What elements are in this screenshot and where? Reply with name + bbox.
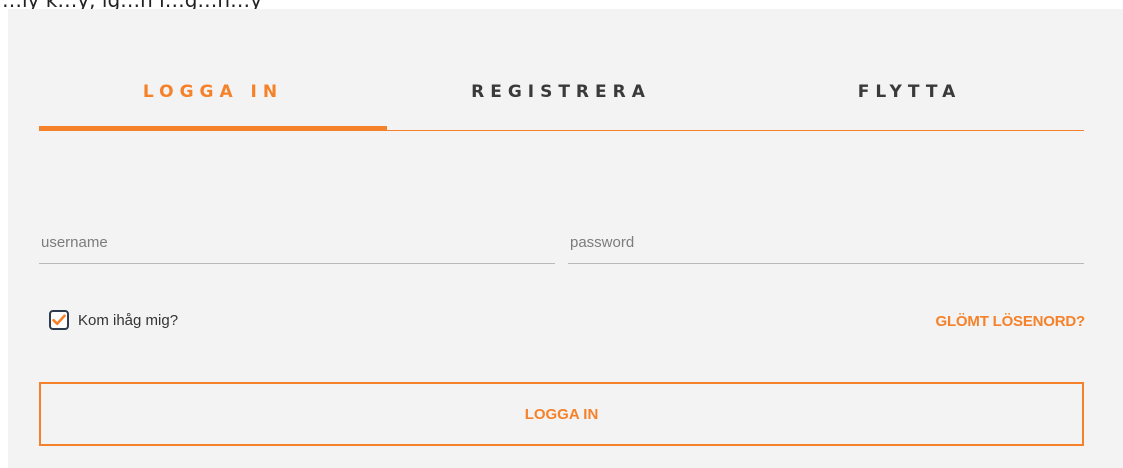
tab-registrera[interactable]: REGISTRERA [387,77,735,107]
login-button[interactable]: LOGGA IN [39,382,1084,446]
tab-logga-in[interactable]: LOGGA IN [39,77,387,107]
forgot-password-link[interactable]: GLÖMT LÖSENORD? [936,313,1086,330]
password-input[interactable] [568,227,1088,257]
remember-label: Kom ihåg mig? [78,311,179,329]
username-field-wrapper [39,227,559,264]
active-tab-indicator [39,126,387,131]
username-input[interactable] [39,227,559,257]
remember-me[interactable]: Kom ihåg mig? [49,310,178,330]
checkmark-icon [52,314,66,326]
auth-tabs: LOGGA IN REGISTRERA FLYTTA [39,9,1084,132]
login-button-label: LOGGA IN [524,405,599,423]
password-field-wrapper [568,227,1088,264]
tab-flytta[interactable]: FLYTTA [735,77,1084,107]
login-panel: LOGGA IN REGISTRERA FLYTTA Kom ihåg mig?… [8,9,1123,468]
remember-checkbox[interactable] [49,310,69,330]
